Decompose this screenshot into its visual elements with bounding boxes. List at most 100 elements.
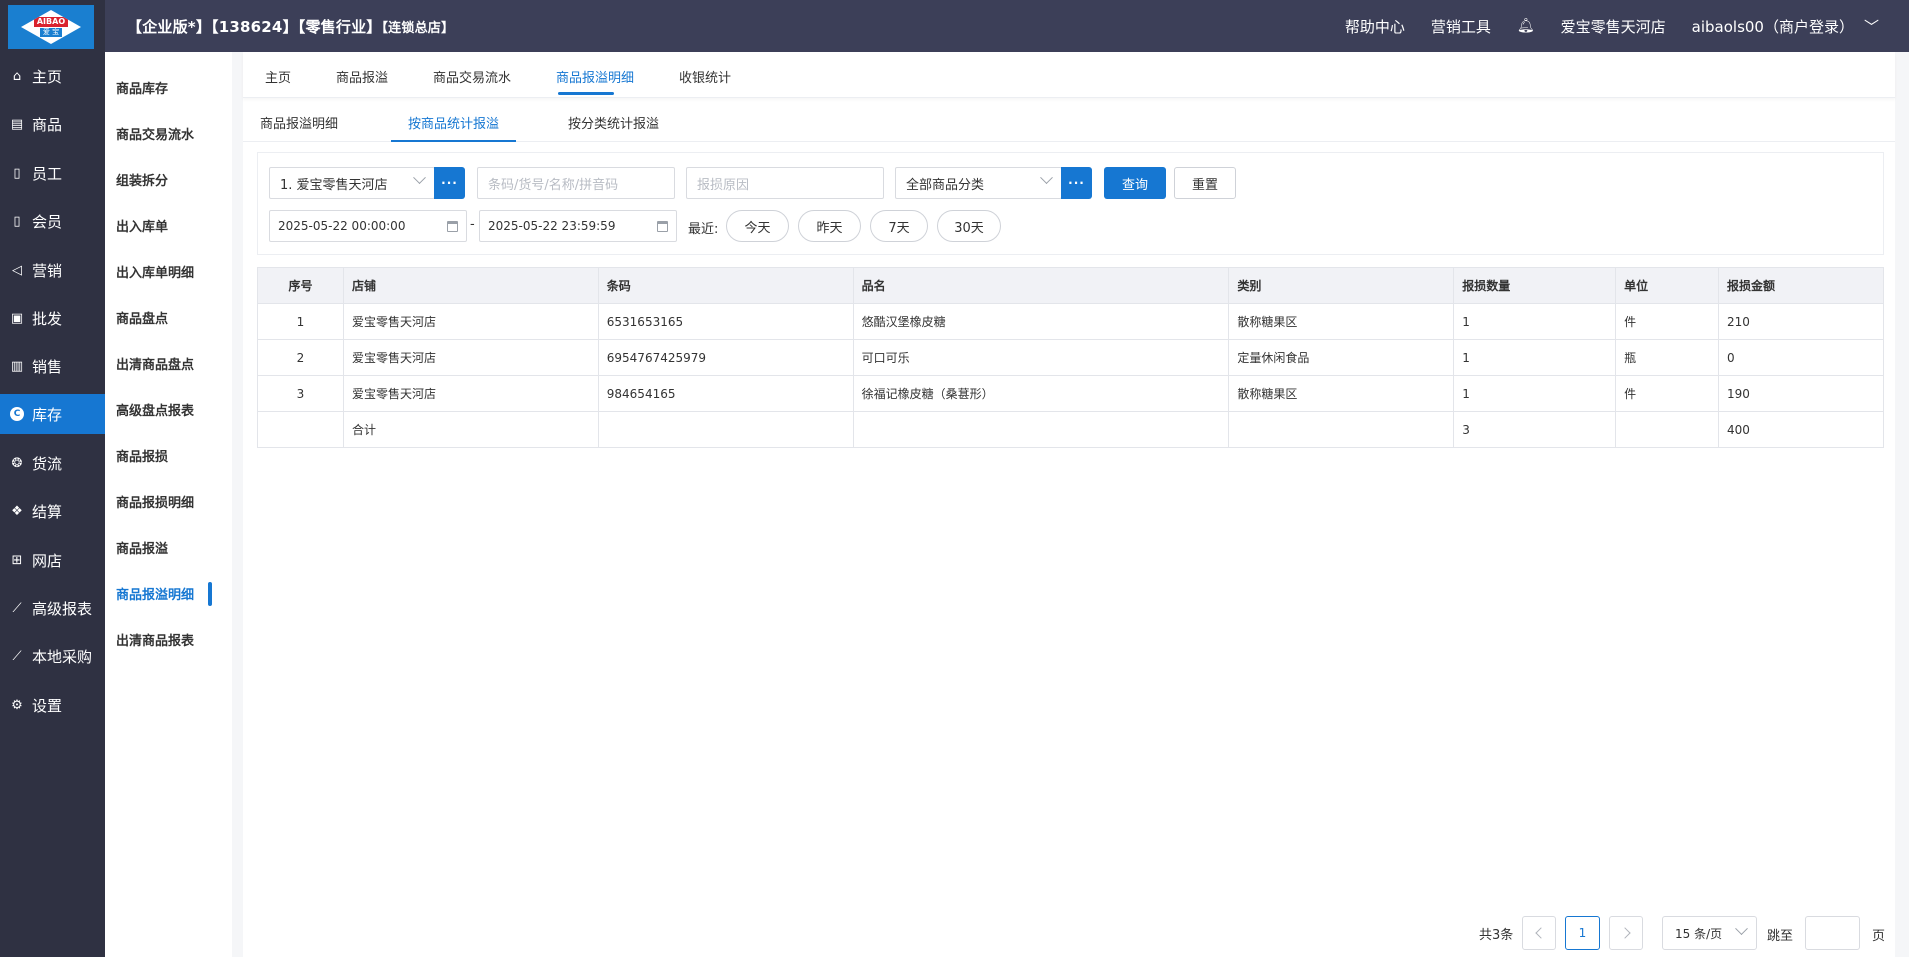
calendar-icon — [447, 221, 458, 232]
col-header[interactable]: 报损数量 — [1453, 267, 1617, 304]
col-header[interactable]: 店铺 — [342, 267, 599, 304]
nav-item-home[interactable]: ⌂ 主页 — [0, 56, 105, 96]
nav-label: 员工 — [32, 164, 63, 183]
tab-goods-overflow[interactable]: 商品报溢 — [336, 67, 388, 86]
page-suffix: 页 — [1872, 929, 1886, 944]
nav-item-employee[interactable]: ▯ 员工 — [0, 153, 105, 193]
cell: 爱宝零售天河店 — [342, 303, 599, 340]
store-more-button[interactable]: ··· — [434, 167, 465, 199]
submenu-item[interactable]: 高级盘点报表 — [116, 400, 194, 419]
page-size-select[interactable]: 15 条/页 — [1662, 916, 1757, 950]
line-chart-icon: ⟋ — [12, 648, 22, 664]
total-count: 共3条 — [1479, 928, 1514, 943]
table-row[interactable]: 1 爱宝零售天河店 6531653165 悠酷汉堡橡皮糖 散称糖果区 1 件 2… — [257, 303, 1884, 340]
quick-today-button[interactable]: 今天 — [726, 210, 789, 242]
quick-7days-button[interactable]: 7天 — [870, 210, 928, 242]
tab-active-underline — [558, 92, 614, 95]
next-page-button[interactable] — [1609, 916, 1643, 950]
aibao-logo[interactable]: AIBAO 爱 宝 — [8, 5, 94, 49]
col-header[interactable]: 品名 — [852, 267, 1230, 304]
line-chart-icon: ⟋ — [12, 600, 22, 616]
submenu-item[interactable]: 出清商品盘点 — [116, 354, 194, 373]
nav-label: 会员 — [32, 212, 63, 231]
jump-page-input[interactable] — [1805, 916, 1860, 950]
tab-overflow-detail[interactable]: 商品报溢明细 — [556, 67, 634, 86]
nav-label: 货流 — [32, 454, 63, 473]
top-header: 【企业版*】【138624】【零售行业】【连锁总店】 帮助中心 营销工具 🔔︎ … — [105, 0, 1909, 52]
nav-item-wholesale[interactable]: ▣ 批发 — [0, 298, 105, 338]
col-header[interactable]: 类别 — [1228, 267, 1455, 304]
nav-item-inventory[interactable]: C 库存 — [0, 394, 105, 434]
nav-item-settlement[interactable]: ❖ 结算 — [0, 491, 105, 531]
current-store-name[interactable]: 爱宝零售天河店 — [1561, 16, 1666, 37]
cell: 3 — [257, 375, 344, 412]
quick-yesterday-button[interactable]: 昨天 — [798, 210, 861, 242]
nav-item-marketing[interactable]: ◁ 营销 — [0, 250, 105, 290]
total-label: 合计 — [342, 411, 599, 448]
recent-label: 最近: — [688, 222, 719, 237]
category-select[interactable]: 全部商品分类 — [895, 167, 1062, 199]
cell: 爱宝零售天河店 — [342, 375, 599, 412]
date-to-input[interactable]: 2025-05-22 23:59:59 — [479, 210, 677, 242]
subtab-by-goods[interactable]: 按商品统计报溢 — [408, 113, 499, 132]
overflow-stats-table: 序号 店铺 条码 品名 类别 报损数量 单位 报损金额 1 爱宝零售天河店 65… — [257, 267, 1884, 448]
table-row[interactable]: 3 爱宝零售天河店 984654165 徐福记橡皮糖（桑葚形） 散称糖果区 1 … — [257, 375, 1884, 412]
table-row[interactable]: 2 爱宝零售天河店 6954767425979 可口可乐 定量休闲食品 1 瓶 … — [257, 339, 1884, 376]
query-button[interactable]: 查询 — [1104, 167, 1166, 199]
col-header[interactable]: 报损金额 — [1718, 267, 1884, 304]
nav-item-goods[interactable]: ▤ 商品 — [0, 104, 105, 144]
submenu-item[interactable]: 商品交易流水 — [116, 124, 194, 143]
bell-icon[interactable]: 🔔︎ — [1517, 18, 1535, 34]
nav-label: 批发 — [32, 309, 63, 328]
nav-item-local-purchase[interactable]: ⟋ 本地采购 — [0, 636, 105, 676]
col-header[interactable]: 序号 — [257, 267, 344, 304]
cell: 190 — [1718, 375, 1884, 412]
prev-page-button[interactable] — [1522, 916, 1556, 950]
reason-input[interactable]: 报损原因 — [686, 167, 884, 199]
submenu-item[interactable]: 组装拆分 — [116, 170, 168, 189]
marketing-tools-link[interactable]: 营销工具 — [1431, 16, 1491, 37]
subtab-by-category[interactable]: 按分类统计报溢 — [568, 113, 659, 132]
tab-home[interactable]: 主页 — [265, 67, 291, 86]
nav-item-advanced-report[interactable]: ⟋ 高级报表 — [0, 588, 105, 628]
tab-transactions[interactable]: 商品交易流水 — [433, 67, 511, 86]
search-input[interactable]: 条码/货号/名称/拼音码 — [477, 167, 675, 199]
col-header[interactable]: 单位 — [1615, 267, 1720, 304]
submenu-item[interactable]: 商品盘点 — [116, 308, 168, 327]
table-header-row: 序号 店铺 条码 品名 类别 报损数量 单位 报损金额 — [257, 267, 1884, 304]
reset-button[interactable]: 重置 — [1174, 167, 1236, 199]
submenu-item-active[interactable]: 商品报溢明细 — [116, 584, 194, 603]
cell — [1228, 411, 1455, 448]
category-more-button[interactable]: ··· — [1061, 167, 1092, 199]
date-from-input[interactable]: 2025-05-22 00:00:00 — [269, 210, 467, 242]
submenu-item[interactable]: 出入库单明细 — [116, 262, 194, 281]
store-select[interactable]: 1. 爱宝零售天河店 — [269, 167, 435, 199]
nav-item-sales[interactable]: ▥ 销售 — [0, 346, 105, 386]
user-menu[interactable]: aibaols00（商户登录） — [1692, 16, 1854, 37]
page-number-current[interactable]: 1 — [1565, 916, 1600, 950]
chevron-down-icon[interactable]: ﹀ — [1864, 16, 1879, 37]
submenu-item[interactable]: 商品报溢 — [116, 538, 168, 557]
submenu-item[interactable]: 商品报损明细 — [116, 492, 194, 511]
cell — [597, 411, 854, 448]
nav-label: 商品 — [32, 115, 63, 134]
cell: 散称糖果区 — [1228, 303, 1455, 340]
cell — [852, 411, 1230, 448]
subtab-detail[interactable]: 商品报溢明细 — [260, 113, 338, 132]
nav-item-member[interactable]: ▯ 会员 — [0, 201, 105, 241]
employee-icon: ▯ — [13, 165, 21, 181]
nav-item-logistics[interactable]: ❂ 货流 — [0, 443, 105, 483]
gear-icon: ⚙ — [11, 697, 23, 713]
tab-cashier-stats[interactable]: 收银统计 — [679, 67, 731, 86]
cell: 徐福记橡皮糖（桑葚形） — [852, 375, 1230, 412]
quick-30days-button[interactable]: 30天 — [937, 210, 1001, 242]
submenu-item[interactable]: 出入库单 — [116, 216, 168, 235]
nav-item-webstore[interactable]: ⊞ 网店 — [0, 540, 105, 580]
submenu-item[interactable]: 出清商品报表 — [116, 630, 194, 649]
inventory-submenu: 商品库存 商品交易流水 组装拆分 出入库单 出入库单明细 商品盘点 出清商品盘点… — [105, 52, 232, 957]
col-header[interactable]: 条码 — [597, 267, 854, 304]
submenu-item[interactable]: 商品报损 — [116, 446, 168, 465]
help-center-link[interactable]: 帮助中心 — [1345, 16, 1405, 37]
submenu-item[interactable]: 商品库存 — [116, 78, 168, 97]
nav-item-settings[interactable]: ⚙ 设置 — [0, 685, 105, 725]
